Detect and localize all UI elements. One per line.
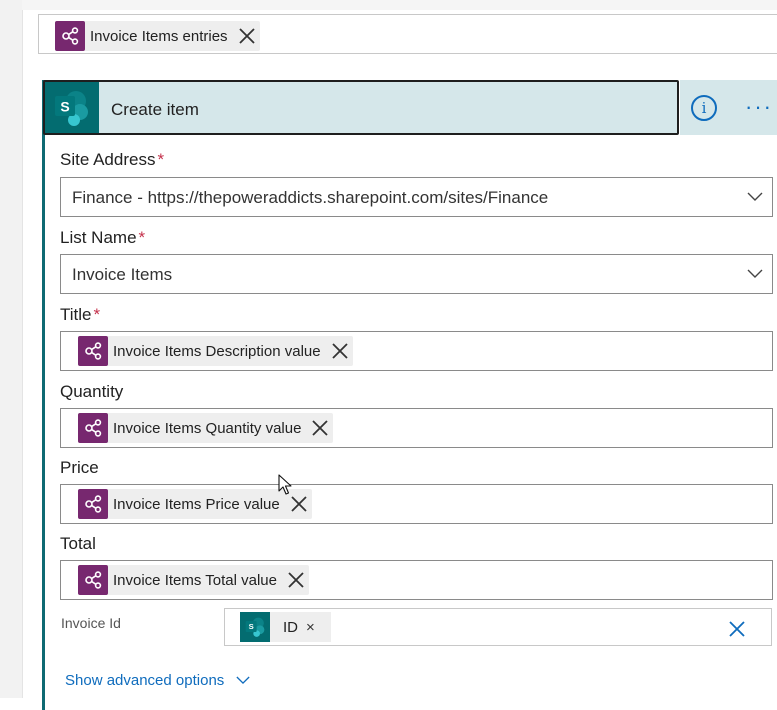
dynamic-content-tag[interactable]: Invoice Items entries xyxy=(55,21,260,51)
dynamic-content-tag[interactable]: Invoice Items Description value xyxy=(78,336,353,366)
dynamic-content-tag[interactable]: S ID × xyxy=(240,612,331,642)
tag-label: Invoice Items entries xyxy=(90,27,228,45)
remove-tag-icon[interactable] xyxy=(234,23,260,49)
dynamic-content-tag[interactable]: Invoice Items Price value xyxy=(78,489,312,519)
sharepoint-icon: S xyxy=(240,612,270,642)
advanced-options-label: Show advanced options xyxy=(65,672,225,689)
action-title: Create item xyxy=(111,100,199,119)
info-icon[interactable]: i xyxy=(691,95,717,121)
remove-tag-icon[interactable] xyxy=(307,415,333,441)
tag-label: Invoice Items Quantity value xyxy=(113,419,302,437)
data-operation-icon xyxy=(78,413,108,443)
chevron-down-icon[interactable] xyxy=(747,269,763,279)
more-options-icon[interactable]: ··· xyxy=(745,96,773,118)
remove-tag-icon[interactable] xyxy=(283,567,309,593)
title-label: Title * xyxy=(60,305,101,324)
list-name-label: List Name * xyxy=(60,228,146,247)
required-mark: * xyxy=(157,150,165,169)
remove-tag-icon[interactable] xyxy=(327,338,353,364)
left-rail xyxy=(0,0,23,698)
dynamic-content-tag[interactable]: Invoice Items Total value xyxy=(78,565,309,595)
price-label: Price xyxy=(60,458,99,477)
card-accent-border xyxy=(42,80,45,710)
tag-label: Invoice Items Total value xyxy=(113,571,277,589)
dynamic-content-tag[interactable]: Invoice Items Quantity value xyxy=(78,413,334,443)
quantity-label: Quantity xyxy=(60,382,124,401)
chevron-down-icon[interactable] xyxy=(747,192,763,202)
site-address-label: Site Address * xyxy=(60,150,165,169)
required-mark: * xyxy=(138,228,146,247)
remove-tag-icon[interactable]: × xyxy=(306,619,315,636)
svg-text:S: S xyxy=(249,622,254,631)
site-address-value: Finance - https://thepoweraddicts.sharep… xyxy=(72,188,549,207)
data-operation-icon xyxy=(55,21,85,51)
chevron-down-icon xyxy=(236,676,250,685)
data-operation-icon xyxy=(78,489,108,519)
data-operation-icon xyxy=(78,336,108,366)
tag-label: ID xyxy=(283,618,298,636)
required-mark: * xyxy=(93,305,101,324)
show-advanced-options-link[interactable]: Show advanced options xyxy=(65,672,250,689)
data-operation-icon xyxy=(78,565,108,595)
tag-label: Invoice Items Price value xyxy=(113,495,280,513)
invoice-id-label: Invoice Id xyxy=(61,615,121,631)
sharepoint-icon: S xyxy=(45,82,99,133)
clear-field-icon[interactable] xyxy=(727,619,747,639)
list-name-value: Invoice Items xyxy=(72,265,173,284)
tag-label: Invoice Items Description value xyxy=(113,342,321,360)
svg-text:S: S xyxy=(60,98,69,114)
total-label: Total xyxy=(60,534,96,553)
mouse-pointer-icon xyxy=(278,474,292,495)
top-strip xyxy=(22,0,777,10)
